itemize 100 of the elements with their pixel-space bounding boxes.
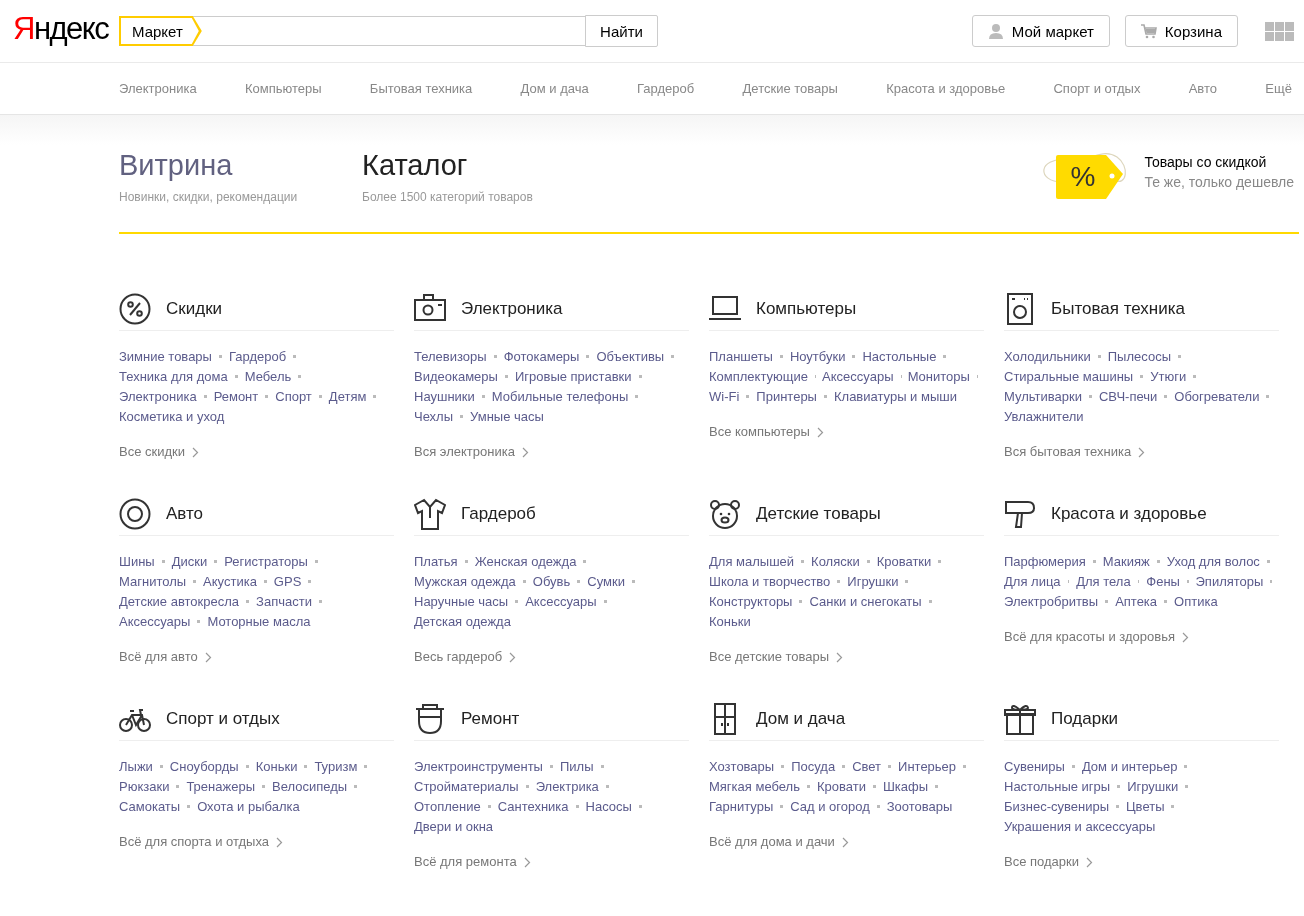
category-link[interactable]: Запчасти bbox=[256, 593, 312, 609]
category-link[interactable]: Клавиатуры и мыши bbox=[833, 388, 957, 404]
category-link[interactable]: Чехлы bbox=[414, 408, 454, 424]
catalog-tab[interactable]: Каталог bbox=[362, 148, 468, 182]
category-link[interactable]: Туризм bbox=[314, 758, 358, 774]
category-title[interactable]: Подарки bbox=[1051, 708, 1119, 729]
category-link[interactable]: Бизнес-сувениры bbox=[1004, 798, 1109, 814]
category-link[interactable]: Интерьер bbox=[898, 758, 957, 774]
category-link[interactable]: Санки и снегокаты bbox=[809, 593, 922, 609]
category-link[interactable]: Для тела bbox=[1076, 573, 1131, 589]
category-title[interactable]: Красота и здоровье bbox=[1051, 503, 1207, 524]
category-link[interactable]: Планшеты bbox=[709, 348, 773, 364]
category-link[interactable]: Стиральные машины bbox=[1004, 368, 1134, 384]
category-link[interactable]: Детская одежда bbox=[414, 613, 511, 629]
category-title[interactable]: Компьютеры bbox=[756, 298, 857, 319]
category-link[interactable]: Дом и интерьер bbox=[1081, 758, 1178, 774]
see-all-link[interactable]: Все скидки bbox=[119, 444, 185, 459]
category-link[interactable]: Диски bbox=[171, 553, 208, 569]
category-link[interactable]: Телевизоры bbox=[414, 348, 487, 364]
category-link[interactable]: Школа и творчество bbox=[709, 573, 831, 589]
category-title[interactable]: Скидки bbox=[166, 298, 223, 319]
category-link[interactable]: Кроватки bbox=[876, 553, 932, 569]
see-all-link[interactable]: Всё для авто bbox=[119, 649, 198, 664]
see-all-link[interactable]: Всё для спорта и отдыха bbox=[119, 834, 270, 849]
category-link[interactable]: Детские автокресла bbox=[119, 593, 240, 609]
category-link[interactable]: Видеокамеры bbox=[414, 368, 498, 384]
category-link[interactable]: Оптика bbox=[1174, 593, 1218, 609]
category-link[interactable]: Женская одежда bbox=[474, 553, 577, 569]
category-link[interactable]: Хозтовары bbox=[709, 758, 775, 774]
cart-button[interactable]: Корзина bbox=[1124, 15, 1238, 47]
category-title[interactable]: Спорт и отдых bbox=[166, 708, 280, 729]
category-link[interactable]: Фотокамеры bbox=[503, 348, 580, 364]
category-link[interactable]: СВЧ-печи bbox=[1098, 388, 1158, 404]
category-link[interactable]: Техника для дома bbox=[119, 368, 228, 384]
category-link[interactable]: Посуда bbox=[791, 758, 836, 774]
category-link[interactable]: Wi-Fi bbox=[709, 388, 740, 404]
promo-link[interactable]: Товары со скидкой bbox=[1144, 153, 1294, 171]
category-link[interactable]: Электрика bbox=[535, 778, 599, 794]
category-link[interactable]: Мониторы bbox=[907, 368, 970, 384]
catalog-tab[interactable]: Витрина bbox=[119, 148, 233, 182]
category-link[interactable]: Обогреватели bbox=[1174, 388, 1260, 404]
category-link[interactable]: Коляски bbox=[811, 553, 860, 569]
see-all-link[interactable]: Всё для ремонта bbox=[414, 854, 517, 869]
category-link[interactable]: Магнитолы bbox=[119, 573, 187, 589]
see-all-link[interactable]: Вся бытовая техника bbox=[1004, 444, 1132, 459]
nav-link[interactable]: Бытовая техника bbox=[369, 81, 473, 96]
category-link[interactable]: Лыжи bbox=[119, 758, 153, 774]
category-link[interactable]: Отопление bbox=[414, 798, 481, 814]
category-title[interactable]: Ремонт bbox=[461, 708, 520, 729]
category-link[interactable]: Тренажеры bbox=[186, 778, 255, 794]
category-link[interactable]: Комплектующие bbox=[709, 368, 808, 384]
nav-link[interactable]: Красота и здоровье bbox=[886, 81, 1006, 96]
category-link[interactable]: Акустика bbox=[203, 573, 257, 589]
category-link[interactable]: Для лица bbox=[1004, 573, 1061, 589]
category-link[interactable]: Утюги bbox=[1150, 368, 1187, 384]
category-link[interactable]: Игрушки bbox=[1127, 778, 1179, 794]
category-link[interactable]: Моторные масла bbox=[207, 613, 311, 629]
see-all-link[interactable]: Всё для красоты и здоровья bbox=[1004, 629, 1176, 644]
category-link[interactable]: Сумки bbox=[587, 573, 625, 589]
nav-link[interactable]: Ещё bbox=[1265, 81, 1292, 96]
category-link[interactable]: Свет bbox=[852, 758, 882, 774]
category-link[interactable]: Электробритвы bbox=[1004, 593, 1099, 609]
search-field[interactable]: Маркет bbox=[119, 16, 585, 46]
category-link[interactable]: Мужская одежда bbox=[414, 573, 516, 589]
category-link[interactable]: Кровати bbox=[816, 778, 866, 794]
category-link[interactable]: Аксессуары bbox=[525, 593, 597, 609]
category-link[interactable]: Ремонт bbox=[213, 388, 259, 404]
category-link[interactable]: Аптека bbox=[1115, 593, 1158, 609]
see-all-link[interactable]: Все детские товары bbox=[709, 649, 830, 664]
category-link[interactable]: Спорт bbox=[275, 388, 312, 404]
category-link[interactable]: Фены bbox=[1146, 573, 1180, 589]
category-link[interactable]: Косметика и уход bbox=[119, 408, 225, 424]
category-link[interactable]: Сноуборды bbox=[169, 758, 239, 774]
nav-link[interactable]: Дом и дача bbox=[520, 81, 589, 96]
category-link[interactable]: Настольные игры bbox=[1004, 778, 1111, 794]
category-link[interactable]: Коньки bbox=[709, 613, 751, 629]
category-title[interactable]: Детские товары bbox=[756, 503, 881, 524]
category-link[interactable]: GPS bbox=[273, 573, 302, 589]
nav-link[interactable]: Авто bbox=[1188, 81, 1218, 96]
category-link[interactable]: Электроника bbox=[119, 388, 197, 404]
see-all-link[interactable]: Все подарки bbox=[1004, 854, 1079, 869]
category-link[interactable]: Мобильные телефоны bbox=[491, 388, 629, 404]
category-link[interactable]: Холодильники bbox=[1004, 348, 1091, 364]
apps-grid-icon[interactable] bbox=[1265, 21, 1294, 41]
category-link[interactable]: Уход для волос bbox=[1166, 553, 1260, 569]
category-link[interactable]: Электроинструменты bbox=[414, 758, 543, 774]
my-market-button[interactable]: Мой маркет bbox=[971, 15, 1110, 47]
category-title[interactable]: Гардероб bbox=[461, 503, 536, 524]
category-link[interactable]: Объективы bbox=[596, 348, 665, 364]
category-link[interactable]: Платья bbox=[414, 553, 458, 569]
category-title[interactable]: Бытовая техника bbox=[1051, 298, 1185, 319]
category-link[interactable]: Парфюмерия bbox=[1004, 553, 1086, 569]
see-all-link[interactable]: Все компьютеры bbox=[709, 424, 810, 439]
nav-link[interactable]: Компьютеры bbox=[244, 81, 322, 96]
category-link[interactable]: Увлажнители bbox=[1004, 408, 1084, 424]
category-link[interactable]: Шкафы bbox=[882, 778, 929, 794]
category-link[interactable]: Охота и рыбалка bbox=[197, 798, 300, 814]
category-link[interactable]: Игрушки bbox=[847, 573, 899, 589]
category-link[interactable]: Эпиляторы bbox=[1195, 573, 1264, 589]
category-link[interactable]: Игровые приставки bbox=[514, 368, 632, 384]
